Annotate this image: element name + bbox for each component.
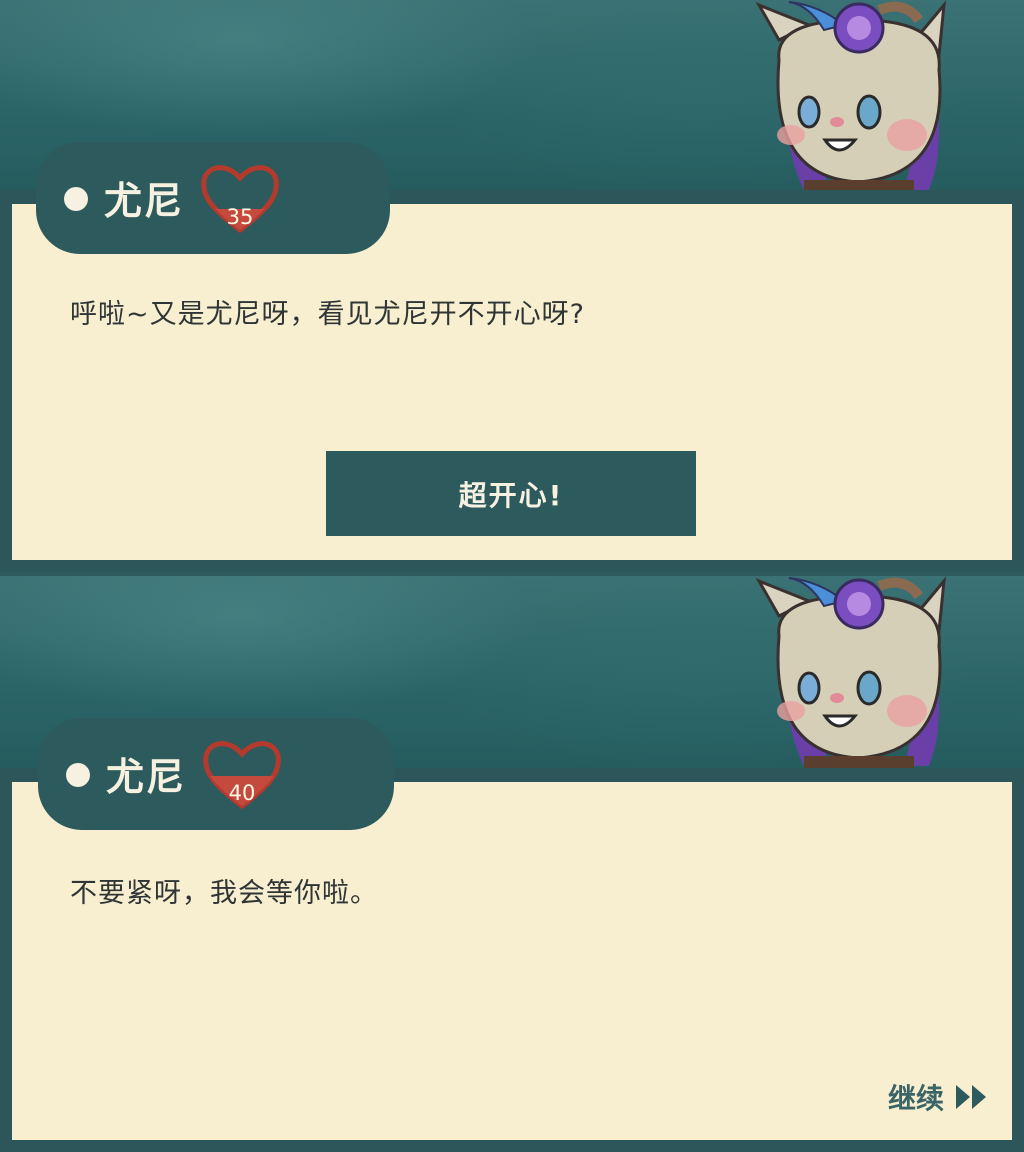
speaker-nameplate: 尤尼 40 <box>38 718 394 830</box>
fast-forward-icon <box>956 1085 986 1109</box>
dialog-panel-1: 尤尼 35 呼啦~又是尤尼呀，看见尤尼开不开心呀? 超开心! <box>0 0 1024 572</box>
affection-value: 40 <box>228 781 256 805</box>
speaker-nameplate: 尤尼 35 <box>36 142 390 254</box>
dot-icon <box>66 763 90 787</box>
choice-button[interactable]: 超开心! <box>326 451 696 536</box>
continue-label: 继续 <box>887 1082 944 1115</box>
speaker-name: 尤尼 <box>106 755 187 799</box>
dialog-text: 不要紧呀，我会等你啦。 <box>70 878 378 909</box>
dialog-paper <box>12 782 1012 1140</box>
continue-button[interactable]: 继续 <box>888 1076 988 1118</box>
dialog-text: 呼啦~又是尤尼呀，看见尤尼开不开心呀? <box>70 299 585 330</box>
dot-icon <box>64 187 88 211</box>
character-portrait <box>755 0 946 194</box>
affection-value: 35 <box>226 205 254 229</box>
dialog-panel-2: 尤尼 40 不要紧呀，我会等你啦。 继续 <box>0 576 1024 1152</box>
character-portrait <box>755 576 946 770</box>
speaker-name: 尤尼 <box>104 179 185 223</box>
